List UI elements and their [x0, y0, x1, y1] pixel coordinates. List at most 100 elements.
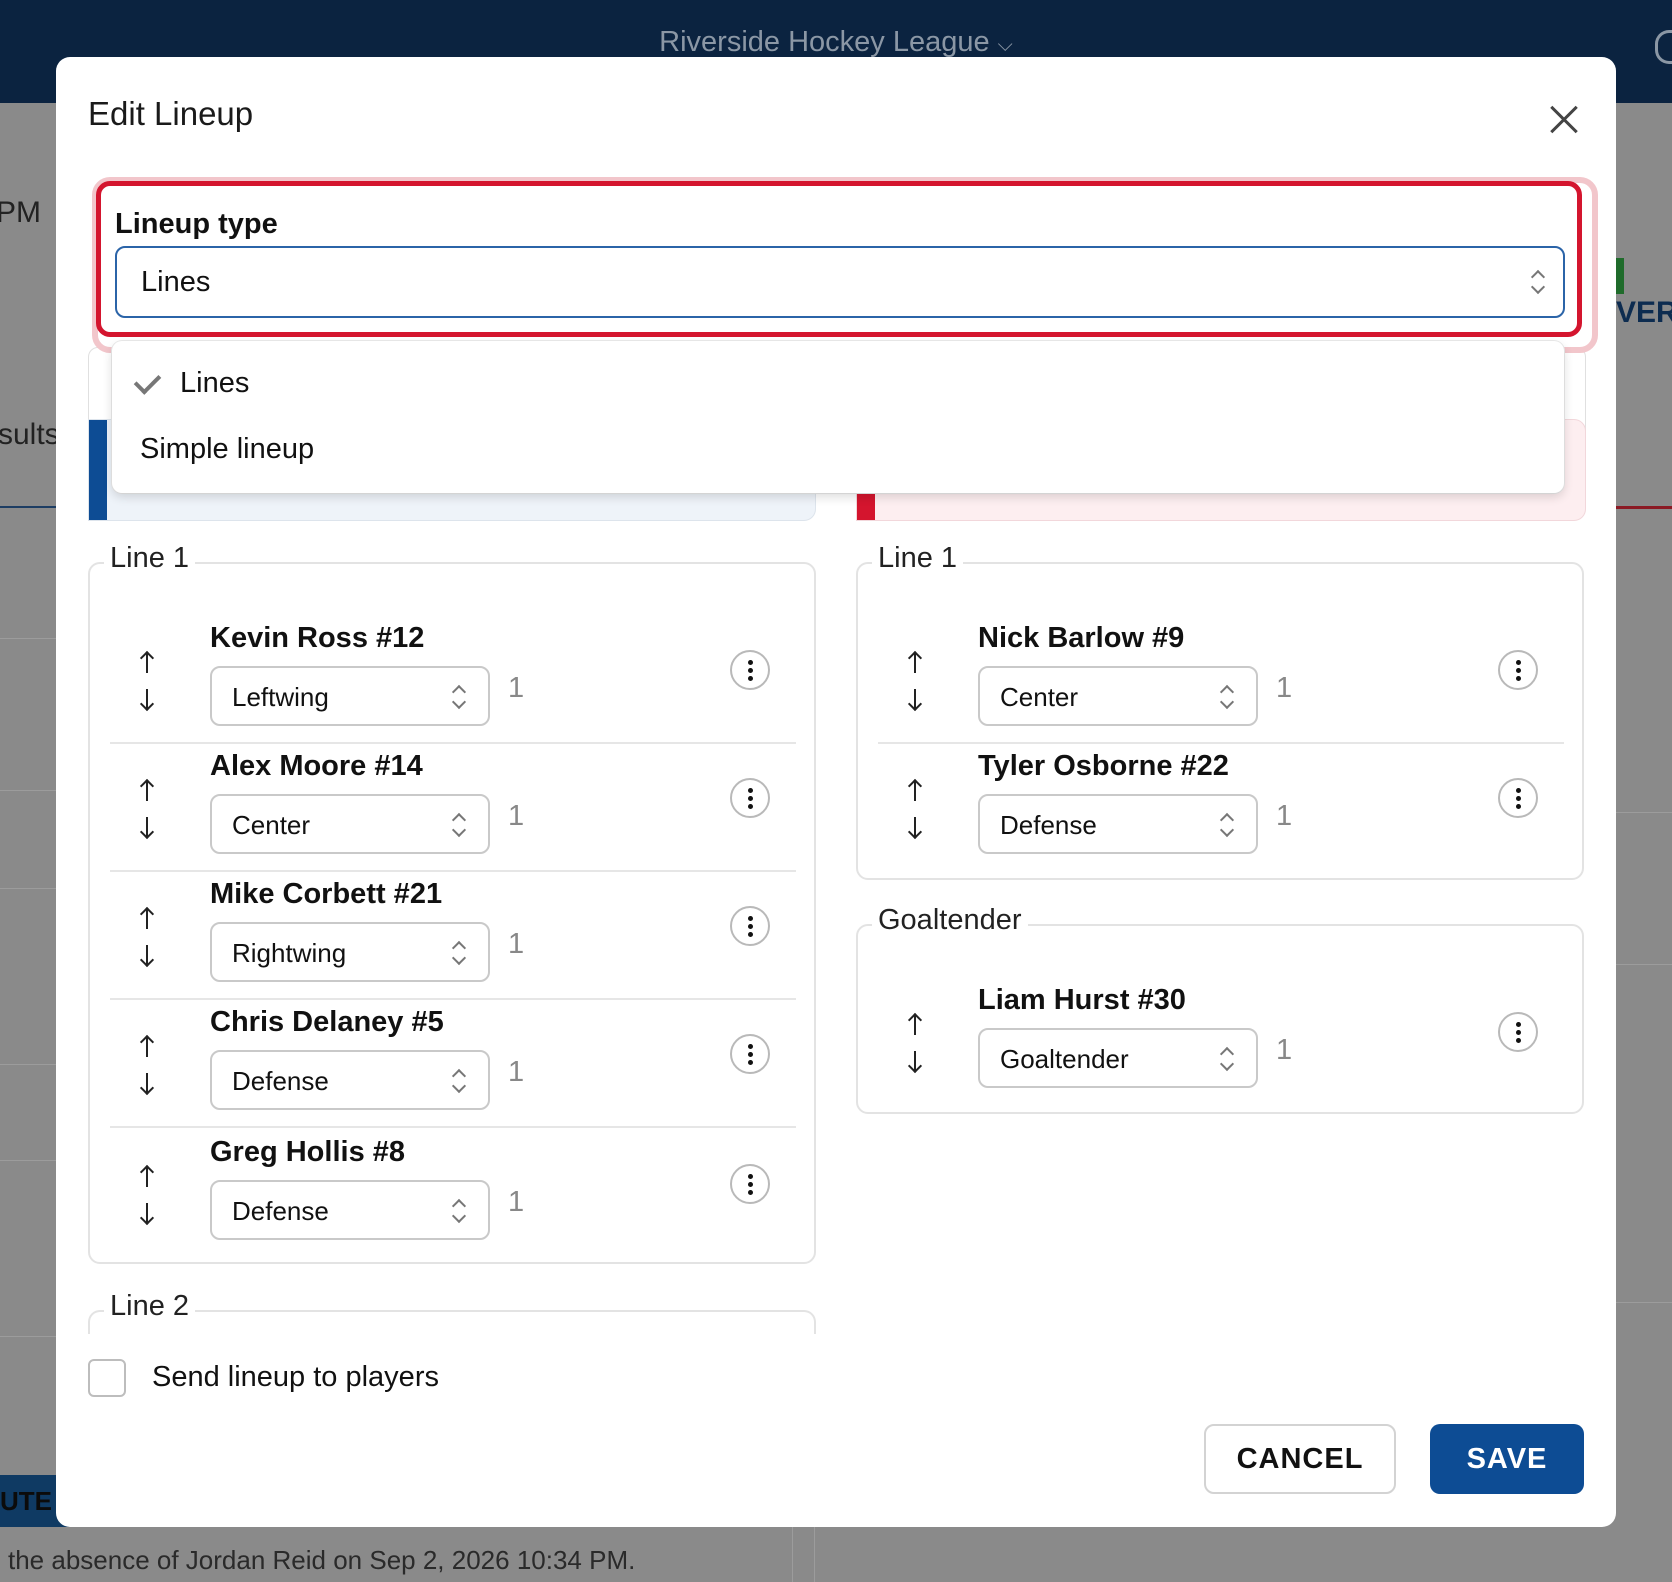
select-updown-icon: [1220, 812, 1234, 838]
left-line-1-group: Line 1 Kevin Ross #12 Leftwing 1 Alex Mo…: [88, 542, 816, 1264]
arrow-up-icon[interactable]: [908, 1012, 922, 1038]
player-row: Liam Hurst #30 Goaltender 1: [878, 976, 1560, 1104]
arrow-down-icon[interactable]: [140, 942, 154, 968]
position-select[interactable]: Leftwing: [210, 666, 490, 726]
arrow-up-icon[interactable]: [908, 650, 922, 676]
player-row: Greg Hollis #8 Defense 1: [110, 1128, 792, 1256]
chevron-down-icon: ⌵: [997, 34, 1013, 56]
player-row: Nick Barlow #9 Center 1: [878, 614, 1560, 742]
close-icon[interactable]: [1544, 99, 1584, 139]
line-number: 1: [1276, 800, 1293, 832]
arrow-down-icon[interactable]: [140, 1200, 154, 1226]
save-button[interactable]: SAVE: [1430, 1424, 1584, 1494]
lineup-type-menu: Lines Simple lineup: [112, 341, 1564, 493]
bg-divider: [0, 790, 56, 791]
group-legend: Goaltender: [872, 904, 1028, 937]
more-options-icon[interactable]: [730, 778, 770, 818]
send-lineup-checkbox[interactable]: [88, 1359, 126, 1397]
lineup-type-value: Lines: [141, 266, 211, 298]
arrow-down-icon[interactable]: [908, 686, 922, 712]
arrow-up-icon[interactable]: [140, 778, 154, 804]
arrow-up-icon[interactable]: [140, 906, 154, 932]
select-updown-icon: [452, 1198, 466, 1224]
line-number: 1: [508, 1056, 525, 1088]
select-updown-icon: [452, 940, 466, 966]
arrow-down-icon[interactable]: [140, 1070, 154, 1096]
arrow-down-icon[interactable]: [140, 686, 154, 712]
line-number: 1: [508, 672, 525, 704]
more-options-icon[interactable]: [1498, 778, 1538, 818]
position-select[interactable]: Center: [978, 666, 1258, 726]
arrow-up-icon[interactable]: [908, 778, 922, 804]
player-name: Nick Barlow #9: [978, 622, 1185, 654]
player-row: Kevin Ross #12 Leftwing 1: [110, 614, 792, 742]
edit-lineup-dialog: Edit Lineup Lineup type Lines Lines Simp…: [56, 57, 1616, 1527]
select-updown-icon: [452, 812, 466, 838]
arrow-down-icon[interactable]: [908, 814, 922, 840]
position-select[interactable]: Defense: [210, 1180, 490, 1240]
arrow-up-icon[interactable]: [140, 650, 154, 676]
player-name: Tyler Osborne #22: [978, 750, 1229, 782]
player-row: Alex Moore #14 Center 1: [110, 742, 792, 870]
dialog-title: Edit Lineup: [88, 95, 254, 132]
bg-divider: [0, 888, 56, 889]
more-options-icon[interactable]: [730, 650, 770, 690]
line-number: 1: [1276, 1034, 1293, 1066]
arrow-up-icon[interactable]: [140, 1164, 154, 1190]
cancel-button[interactable]: CANCEL: [1204, 1424, 1396, 1494]
position-select[interactable]: Defense: [210, 1050, 490, 1110]
option-label: Simple lineup: [140, 433, 315, 465]
select-updown-icon: [1220, 1046, 1234, 1072]
player-name: Mike Corbett #21: [210, 878, 443, 910]
arrow-up-icon[interactable]: [140, 1034, 154, 1060]
position-value: Rightwing: [232, 938, 347, 968]
player-row: Tyler Osborne #22 Defense 1: [878, 742, 1560, 870]
bg-divider: [1616, 1302, 1672, 1303]
more-options-icon[interactable]: [730, 906, 770, 946]
player-name: Liam Hurst #30: [978, 984, 1186, 1016]
lineup-type-field: Lineup type Lines: [96, 181, 1582, 337]
position-value: Center: [232, 810, 311, 840]
select-updown-icon: [452, 684, 466, 710]
position-value: Defense: [232, 1066, 329, 1096]
arrow-down-icon[interactable]: [140, 814, 154, 840]
line-number: 1: [508, 800, 525, 832]
line-number: 1: [508, 928, 525, 960]
bg-divider: [0, 1336, 56, 1337]
arrow-down-icon[interactable]: [908, 1048, 922, 1074]
bg-results-fragment: sults: [0, 418, 60, 451]
bg-divider: [792, 1527, 793, 1582]
position-select[interactable]: Defense: [978, 794, 1258, 854]
position-select[interactable]: Goaltender: [978, 1028, 1258, 1088]
lineup-type-select[interactable]: Lines: [115, 246, 1565, 318]
team-color-stripe: [89, 420, 107, 520]
select-updown-icon: [1220, 684, 1234, 710]
position-value: Goaltender: [1000, 1044, 1129, 1074]
position-select[interactable]: Rightwing: [210, 922, 490, 982]
select-updown-icon: [452, 1068, 466, 1094]
check-icon: [133, 367, 162, 395]
league-title: Riverside Hockey League: [659, 26, 990, 58]
group-legend: Line 1: [872, 542, 964, 575]
more-options-icon[interactable]: [1498, 650, 1538, 690]
option-simple-lineup[interactable]: Simple lineup: [112, 417, 1564, 479]
bg-time-fragment: PM: [0, 196, 41, 229]
bg-divider: [1616, 812, 1672, 813]
right-line-1-group: Line 1 Nick Barlow #9 Center 1 Tyler Osb…: [856, 542, 1584, 880]
more-options-icon[interactable]: [1498, 1012, 1538, 1052]
position-select[interactable]: Center: [210, 794, 490, 854]
option-lines[interactable]: Lines: [112, 351, 1564, 413]
more-options-icon[interactable]: [730, 1164, 770, 1204]
send-lineup-label[interactable]: Send lineup to players: [152, 1361, 439, 1394]
line-number: 1: [508, 1186, 525, 1218]
select-updown-icon: [1531, 269, 1545, 295]
bg-divider: [814, 1527, 815, 1582]
player-name: Chris Delaney #5: [210, 1006, 444, 1038]
bg-footer-note: the absence of Jordan Reid on Sep 2, 202…: [8, 1545, 636, 1575]
lineup-type-label: Lineup type: [115, 208, 278, 240]
option-label: Lines: [180, 367, 250, 399]
bg-divider: [0, 638, 56, 639]
league-switcher[interactable]: Riverside Hockey League ⌵: [0, 26, 1672, 59]
bell-icon[interactable]: [1655, 30, 1672, 64]
more-options-icon[interactable]: [730, 1034, 770, 1074]
